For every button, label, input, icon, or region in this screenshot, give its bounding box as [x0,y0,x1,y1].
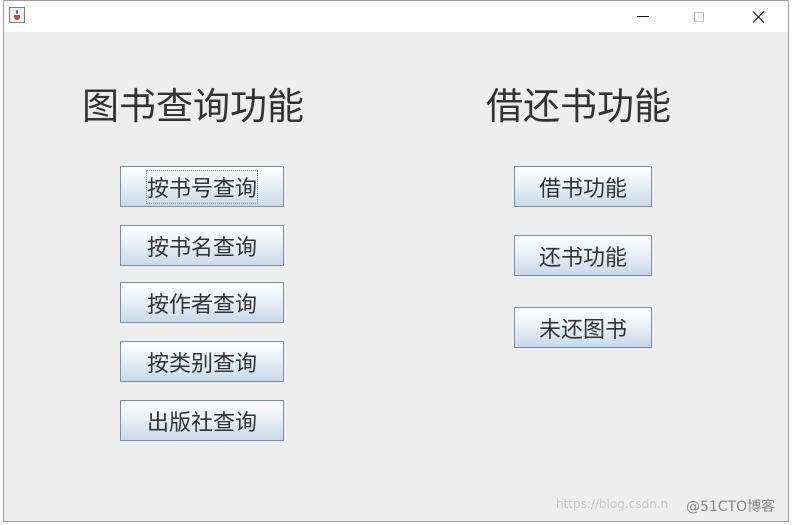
minimize-icon [637,16,649,17]
query-by-author-button[interactable]: 按作者查询 [120,282,284,323]
app-window: 图书查询功能 借还书功能 按书号查询 按书名查询 按作者查询 按类别查询 出版社… [3,0,789,522]
close-icon [752,10,766,24]
query-by-publisher-button[interactable]: 出版社查询 [120,400,284,441]
maximize-icon [694,11,704,22]
watermark-url: https://blog.csdn.n [556,497,669,511]
watermark-brand: @51CTO博客 [686,499,776,515]
query-by-title-button[interactable]: 按书名查询 [120,225,284,266]
button-label: 未还图书 [538,317,627,343]
button-label: 按书号查询 [145,169,259,204]
maximize-button[interactable] [676,1,722,32]
book-query-heading: 图书查询功能 [82,85,304,128]
button-label: 出版社查询 [146,410,257,436]
button-label: 还书功能 [538,245,627,271]
borrow-return-heading: 借还书功能 [486,85,671,128]
query-by-category-button[interactable]: 按类别查询 [120,341,284,382]
button-label: 按书名查询 [146,235,257,261]
title-bar[interactable] [4,1,788,32]
unreturned-books-button[interactable]: 未还图书 [514,307,652,348]
button-label: 借书功能 [538,176,627,202]
button-label: 按类别查询 [146,351,257,377]
borrow-book-button[interactable]: 借书功能 [514,166,652,207]
button-label: 按作者查询 [146,292,257,318]
return-book-button[interactable]: 还书功能 [514,235,652,276]
query-by-isbn-button[interactable]: 按书号查询 [120,166,284,207]
java-cup-icon [9,7,25,23]
close-button[interactable] [736,1,782,32]
minimize-button[interactable] [620,1,666,32]
